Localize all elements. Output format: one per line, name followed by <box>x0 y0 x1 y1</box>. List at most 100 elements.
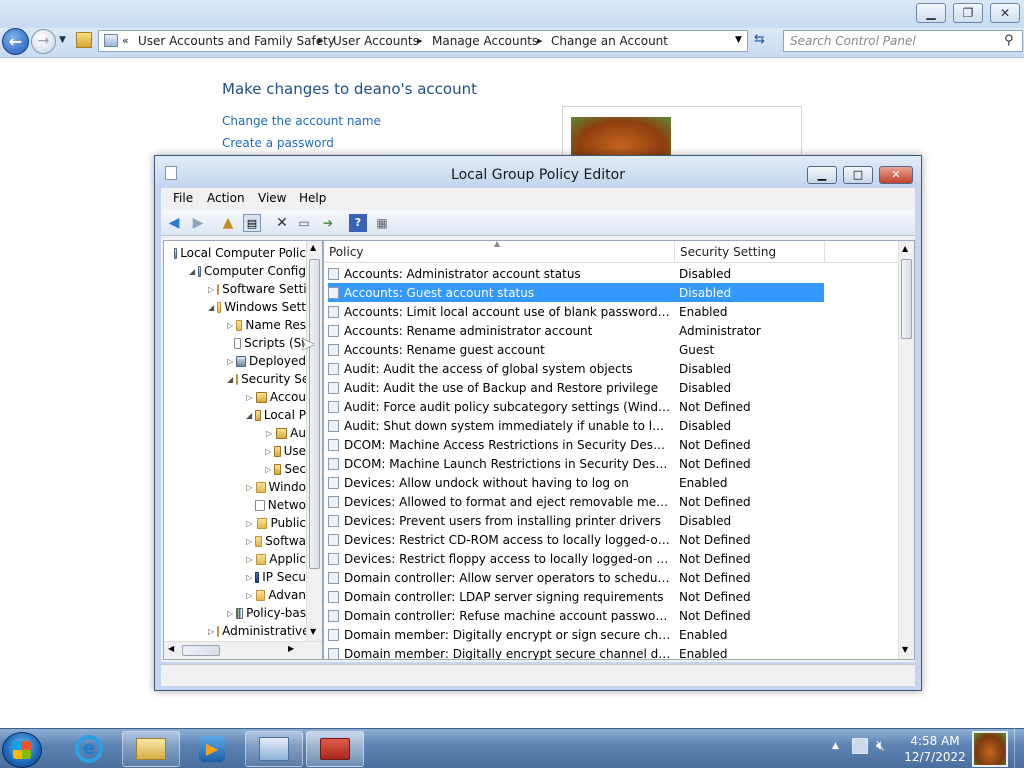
network-icon[interactable] <box>852 738 868 754</box>
export-list-icon[interactable]: ➔ <box>319 214 337 232</box>
tree-item[interactable]: Netwo <box>166 496 306 514</box>
tree-item[interactable]: ▷ Public <box>166 514 306 532</box>
expand-icon[interactable]: ▷ <box>246 393 253 402</box>
tree-item[interactable]: ▷ Windo <box>166 478 306 496</box>
tree-item[interactable]: ◢ Windows Sett <box>166 298 306 316</box>
console-tree[interactable]: Local Computer Polic ◢ Computer Config ▷ Sof… <box>163 240 323 660</box>
user-avatar[interactable] <box>972 731 1008 767</box>
table-row[interactable]: Devices: Restrict CD-ROM access to local… <box>328 530 902 549</box>
minimize-button[interactable]: ▁ <box>916 3 946 23</box>
policy-list[interactable]: Policy ▲ Security Setting Accounts: Admi… <box>323 239 915 660</box>
show-hidden-icons-icon[interactable]: ▲ <box>832 741 839 751</box>
tree-item[interactable]: ▷ Sec <box>166 460 306 478</box>
table-row[interactable]: Domain controller: LDAP server signing r… <box>328 587 902 606</box>
breadcrumb-change-an-account[interactable]: Change an Account <box>551 34 668 48</box>
tree-item[interactable]: ▷ Administrative <box>166 622 306 640</box>
table-row[interactable]: Devices: Allow undock without having to … <box>328 473 902 492</box>
help-icon[interactable]: ? <box>349 214 367 232</box>
back-icon[interactable]: ◀ <box>165 214 183 232</box>
table-row[interactable]: DCOM: Machine Access Restrictions in Sec… <box>328 435 902 454</box>
expand-icon[interactable]: ▷ <box>208 285 214 294</box>
breadcrumb-arrow-icon[interactable]: ▸ <box>318 34 324 47</box>
create-password-link[interactable]: Create a password <box>222 136 334 150</box>
collapse-icon[interactable]: ◢ <box>208 303 214 312</box>
taskbar-windows-explorer[interactable] <box>122 731 180 767</box>
scroll-up-icon[interactable]: ▲ <box>310 243 316 252</box>
minimize-button[interactable]: ▁ <box>807 166 837 184</box>
table-row[interactable]: Audit: Force audit policy subcategory se… <box>328 397 902 416</box>
tree-item[interactable]: ▷ Applic <box>166 550 306 568</box>
table-row[interactable]: Domain member: Digitally encrypt secure … <box>328 644 902 660</box>
tree-item[interactable]: ◢ Security Se <box>166 370 306 388</box>
tree-item[interactable]: ▷ Accou <box>166 388 306 406</box>
up-folder-icon[interactable] <box>76 32 92 48</box>
hscroll-thumb[interactable] <box>182 645 220 656</box>
table-row[interactable]: Domain member: Digitally encrypt or sign… <box>328 625 902 644</box>
menu-file[interactable]: File <box>173 191 193 205</box>
menu-help[interactable]: Help <box>299 191 326 205</box>
expand-icon[interactable]: ▷ <box>265 465 271 474</box>
clock[interactable]: 4:58 AM 12/7/2022 <box>900 733 970 765</box>
table-row[interactable]: Devices: Prevent users from installing p… <box>328 511 902 530</box>
table-row[interactable]: Audit: Audit the use of Backup and Resto… <box>328 378 902 397</box>
close-button[interactable]: ✕ <box>990 3 1020 23</box>
table-row-selected[interactable]: Accounts: Guest account status Disabled <box>328 283 824 302</box>
expand-icon[interactable]: ▷ <box>246 483 253 492</box>
table-row[interactable]: Domain controller: Refuse machine accoun… <box>328 606 902 625</box>
tree-item[interactable]: Scripts (St <box>166 334 306 352</box>
table-row[interactable]: Domain controller: Allow server operator… <box>328 568 902 587</box>
column-policy[interactable]: Policy <box>329 245 364 259</box>
scroll-up-icon[interactable]: ▲ <box>902 244 908 253</box>
column-divider[interactable] <box>674 241 675 263</box>
expand-icon[interactable]: ▷ <box>246 591 253 600</box>
tree-item[interactable]: ▷ Policy-bas <box>166 604 306 622</box>
up-one-level-icon[interactable]: ▲ <box>219 214 237 232</box>
address-bar[interactable]: « User Accounts and Family Safety ▸ User… <box>98 30 748 52</box>
expand-icon[interactable]: ▷ <box>246 573 252 582</box>
expand-icon[interactable]: ▷ <box>227 321 233 330</box>
table-row[interactable]: Accounts: Rename guest account Guest <box>328 340 902 359</box>
breadcrumb-manage-accounts[interactable]: Manage Accounts <box>432 34 538 48</box>
list-vertical-scrollbar[interactable]: ▲ ▼ <box>898 241 914 659</box>
expand-icon[interactable]: ▷ <box>246 519 254 528</box>
back-button[interactable]: ← <box>2 28 29 55</box>
delete-icon[interactable]: ✕ <box>273 214 291 232</box>
recent-pages-dropdown-icon[interactable]: ▼ <box>59 35 66 45</box>
breadcrumb-user-accounts-family-safety[interactable]: User Accounts and Family Safety <box>138 34 335 48</box>
collapse-icon[interactable]: ◢ <box>246 411 252 420</box>
taskbar-control-panel[interactable] <box>245 731 303 767</box>
scroll-down-icon[interactable]: ▼ <box>902 645 908 654</box>
expand-icon[interactable]: ▷ <box>246 537 252 546</box>
breadcrumb-arrow-icon[interactable]: ▸ <box>417 34 423 47</box>
collapse-icon[interactable]: ◢ <box>227 375 233 384</box>
tree-item[interactable]: ▷ Deployed <box>166 352 306 370</box>
menu-view[interactable]: View <box>258 191 286 205</box>
tree-item[interactable]: ▷ Softwa <box>166 532 306 550</box>
forward-icon[interactable]: ▶ <box>189 214 207 232</box>
tree-item[interactable]: ▷ Software Setti <box>166 280 306 298</box>
change-account-name-link[interactable]: Change the account name <box>222 114 381 128</box>
tree-item[interactable]: ▷ Au <box>166 424 306 442</box>
tree-vertical-scrollbar[interactable]: ▲ ▼ <box>306 241 322 641</box>
expand-icon[interactable]: ▷ <box>265 447 271 456</box>
forward-button[interactable]: → <box>31 29 56 54</box>
menu-action[interactable]: Action <box>207 191 245 205</box>
breadcrumb-user-accounts[interactable]: User Accounts <box>333 34 419 48</box>
collapse-icon[interactable]: ◢ <box>189 267 195 276</box>
table-row[interactable]: Accounts: Limit local account use of bla… <box>328 302 902 321</box>
table-row[interactable]: Devices: Allowed to format and eject rem… <box>328 492 902 511</box>
maximize-button[interactable]: □ <box>843 166 873 184</box>
table-row[interactable]: Accounts: Rename administrator account Ad… <box>328 321 902 340</box>
expand-icon[interactable]: ▷ <box>227 357 233 366</box>
tree-item[interactable]: ◢ Local P <box>166 406 306 424</box>
tree-item[interactable]: ▷ Name Res <box>166 316 306 334</box>
column-divider[interactable] <box>824 241 825 263</box>
table-row[interactable]: Audit: Audit the access of global system… <box>328 359 902 378</box>
scrollbar-thumb[interactable] <box>309 259 320 569</box>
column-security-setting[interactable]: Security Setting <box>680 245 776 259</box>
table-row[interactable]: DCOM: Machine Launch Restrictions in Sec… <box>328 454 902 473</box>
expand-icon[interactable]: ▷ <box>208 627 214 636</box>
refresh-icon[interactable]: ⇆ <box>754 32 765 47</box>
expand-icon[interactable]: ▷ <box>246 555 253 564</box>
volume-muted-icon[interactable]: 🔇︎ <box>876 738 885 754</box>
